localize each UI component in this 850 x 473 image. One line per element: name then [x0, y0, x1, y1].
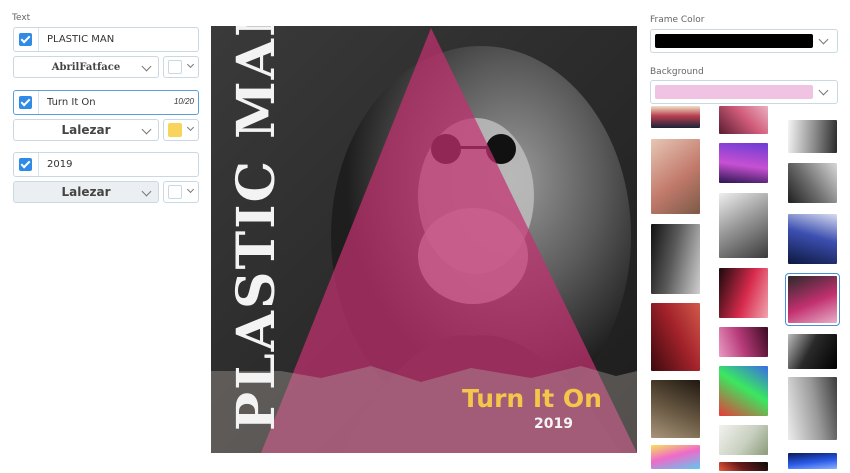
text-row-2: Turn It On 10/20 [13, 90, 199, 115]
thumb-street-night[interactable] [651, 106, 700, 128]
thumb-red-portrait[interactable] [651, 303, 700, 371]
thumb-pink-lights[interactable] [719, 106, 768, 134]
thumb-red-sunglasses[interactable] [719, 268, 768, 318]
background-select[interactable] [650, 80, 838, 104]
poster-year: 2019 [534, 416, 573, 432]
thumb-dark-hand[interactable] [788, 334, 837, 369]
text-3-color-select[interactable] [163, 181, 199, 203]
chevron-down-icon [141, 61, 152, 72]
background-swatch [655, 85, 813, 99]
thumb-dark-man[interactable] [651, 380, 700, 438]
thumb-bw-landscape[interactable] [788, 120, 837, 153]
text-2-font-name: Lalezar [61, 123, 111, 137]
chevron-down-icon [141, 186, 152, 197]
text-3-checkbox[interactable] [19, 158, 32, 171]
text-3-font-select[interactable]: Lalezar [13, 181, 159, 203]
text-1-color-select[interactable] [163, 56, 199, 78]
text-2-char-counter: 10/20 [173, 97, 194, 106]
text-2-font-select[interactable]: Lalezar [13, 119, 159, 141]
text-1-font-select[interactable]: AbrilFatface [13, 56, 159, 78]
text-row-3: 2019 [13, 152, 199, 177]
frame-color-select[interactable] [650, 29, 838, 53]
chevron-down-icon [818, 85, 829, 96]
frame-color-swatch [655, 34, 813, 48]
text-3-color-swatch [168, 185, 182, 199]
poster-vertical-title: PLASTIC MAN [226, 26, 287, 431]
thumb-glitch-face[interactable] [651, 445, 700, 469]
thumb-pink-triangle-portrait[interactable] [785, 273, 840, 326]
text-3-input[interactable]: 2019 [38, 153, 200, 176]
poster-headline: Turn It On [462, 384, 602, 413]
chevron-down-icon [818, 34, 829, 45]
thumb-bw-woman[interactable] [788, 163, 837, 203]
thumb-red-stage[interactable] [719, 462, 768, 471]
text-1-color-swatch [168, 60, 182, 74]
thumb-blue-lights[interactable] [788, 453, 837, 469]
text-3-font-name: Lalezar [61, 185, 111, 199]
thumb-bw-man-face[interactable] [651, 224, 700, 294]
poster-preview: PLASTIC MAN Turn It On 2019 [211, 26, 637, 453]
frame-color-label: Frame Color [650, 15, 705, 25]
text-1-input[interactable]: PLASTIC MAN [38, 28, 200, 51]
thumb-white-flower[interactable] [719, 425, 768, 455]
thumb-flowers[interactable] [651, 139, 700, 214]
thumb-bw-coat[interactable] [719, 193, 768, 258]
text-1-font-name: AbrilFatface [51, 61, 121, 73]
text-2-checkbox[interactable] [19, 96, 32, 109]
text-2-color-select[interactable] [163, 119, 199, 141]
text-section-label: Text [12, 13, 31, 23]
thumb-glitch-bars[interactable] [719, 366, 768, 416]
background-label: Background [650, 67, 704, 77]
chevron-down-icon [186, 123, 195, 132]
chevron-down-icon [186, 185, 195, 194]
thumb-bw-arms[interactable] [788, 377, 837, 440]
thumb-pink-figure[interactable] [719, 327, 768, 357]
text-row-1: PLASTIC MAN [13, 27, 199, 52]
poster-editor: Text PLASTIC MAN AbrilFatface Turn It On… [0, 0, 850, 473]
thumb-blue-dancer[interactable] [788, 214, 837, 264]
text-1-checkbox[interactable] [19, 33, 32, 46]
chevron-down-icon [141, 124, 152, 135]
thumb-purple-dancer[interactable] [719, 143, 768, 183]
text-2-color-swatch [168, 123, 182, 137]
chevron-down-icon [186, 60, 195, 69]
